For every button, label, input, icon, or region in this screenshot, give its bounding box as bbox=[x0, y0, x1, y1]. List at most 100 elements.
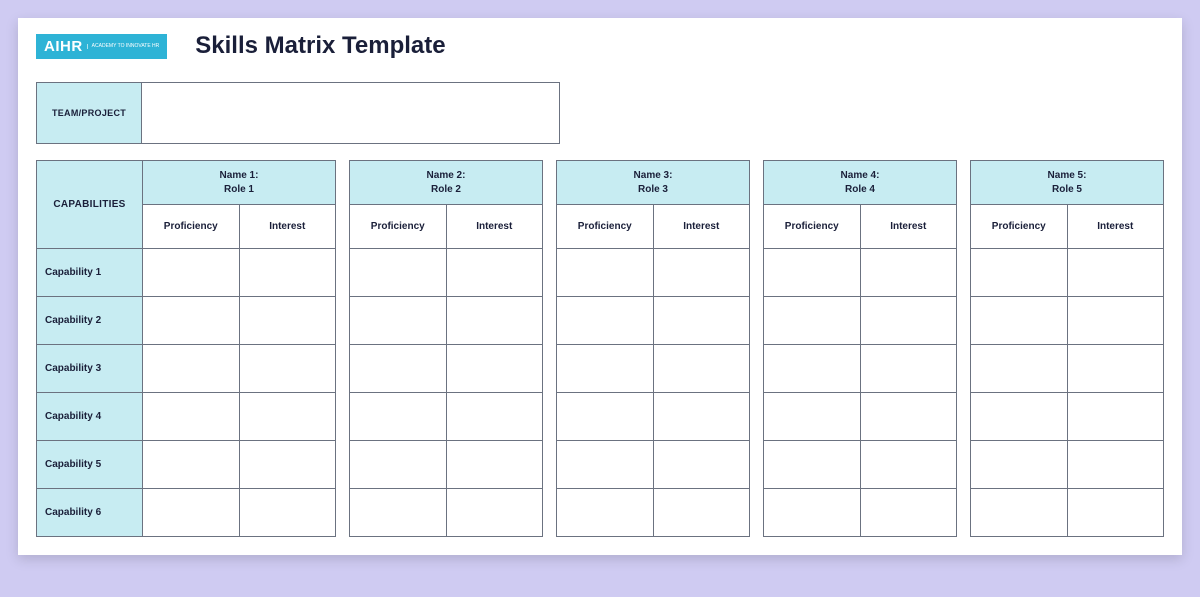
matrix-cell[interactable] bbox=[143, 489, 240, 537]
matrix-cell[interactable] bbox=[971, 441, 1068, 489]
column-gap bbox=[750, 161, 764, 249]
column-gap bbox=[750, 249, 764, 297]
matrix-cell[interactable] bbox=[764, 489, 861, 537]
matrix-cell[interactable] bbox=[860, 297, 957, 345]
team-project-input[interactable] bbox=[142, 82, 560, 144]
matrix-cell[interactable] bbox=[350, 345, 447, 393]
matrix-cell[interactable] bbox=[239, 345, 336, 393]
matrix-cell[interactable] bbox=[239, 441, 336, 489]
matrix-cell[interactable] bbox=[350, 393, 447, 441]
column-gap bbox=[336, 489, 350, 537]
matrix-cell[interactable] bbox=[860, 489, 957, 537]
matrix-cell[interactable] bbox=[764, 393, 861, 441]
matrix-cell[interactable] bbox=[350, 441, 447, 489]
matrix-cell[interactable] bbox=[350, 297, 447, 345]
matrix-cell[interactable] bbox=[239, 489, 336, 537]
skills-matrix-table: CAPABILITIES Name 1: Role 1 Name 2: Role… bbox=[36, 160, 1164, 537]
matrix-cell[interactable] bbox=[971, 393, 1068, 441]
column-gap bbox=[543, 393, 557, 441]
person-header-4: Name 4: Role 4 bbox=[764, 161, 957, 205]
matrix-cell[interactable] bbox=[143, 393, 240, 441]
matrix-cell[interactable] bbox=[653, 489, 750, 537]
person-header-5: Name 5: Role 5 bbox=[971, 161, 1164, 205]
matrix-cell[interactable] bbox=[1067, 345, 1164, 393]
matrix-cell[interactable] bbox=[971, 297, 1068, 345]
matrix-cell[interactable] bbox=[1067, 249, 1164, 297]
person-header-2: Name 2: Role 2 bbox=[350, 161, 543, 205]
matrix-cell[interactable] bbox=[350, 489, 447, 537]
column-gap bbox=[336, 441, 350, 489]
matrix-cell[interactable] bbox=[653, 345, 750, 393]
team-project-row: TEAM/PROJECT bbox=[36, 82, 1164, 144]
matrix-cell[interactable] bbox=[446, 489, 543, 537]
matrix-cell[interactable] bbox=[860, 393, 957, 441]
matrix-cell[interactable] bbox=[143, 249, 240, 297]
column-gap bbox=[750, 297, 764, 345]
matrix-cell[interactable] bbox=[446, 345, 543, 393]
matrix-cell[interactable] bbox=[971, 345, 1068, 393]
column-gap bbox=[543, 441, 557, 489]
matrix-cell[interactable] bbox=[653, 441, 750, 489]
column-gap bbox=[957, 345, 971, 393]
matrix-cell[interactable] bbox=[557, 297, 654, 345]
matrix-cell[interactable] bbox=[446, 249, 543, 297]
interest-header: Interest bbox=[446, 205, 543, 249]
matrix-cell[interactable] bbox=[557, 345, 654, 393]
column-gap bbox=[957, 297, 971, 345]
proficiency-header: Proficiency bbox=[143, 205, 240, 249]
header-row: AIHR ACADEMY TO INNOVATE HR Skills Matri… bbox=[36, 32, 1164, 60]
matrix-cell[interactable] bbox=[446, 441, 543, 489]
person-header-3: Name 3: Role 3 bbox=[557, 161, 750, 205]
table-row: Capability 5 bbox=[37, 441, 1164, 489]
matrix-cell[interactable] bbox=[653, 249, 750, 297]
table-row: Capability 1 bbox=[37, 249, 1164, 297]
matrix-cell[interactable] bbox=[239, 393, 336, 441]
person-name: Name 4: bbox=[841, 170, 880, 181]
column-gap bbox=[957, 249, 971, 297]
person-role: Role 1 bbox=[224, 184, 254, 195]
header-row-subcolumns: Proficiency Interest Proficiency Interes… bbox=[37, 205, 1164, 249]
matrix-cell[interactable] bbox=[764, 345, 861, 393]
matrix-cell[interactable] bbox=[143, 441, 240, 489]
matrix-cell[interactable] bbox=[1067, 441, 1164, 489]
matrix-cell[interactable] bbox=[350, 249, 447, 297]
matrix-cell[interactable] bbox=[860, 249, 957, 297]
matrix-cell[interactable] bbox=[446, 393, 543, 441]
column-gap bbox=[750, 441, 764, 489]
capability-label: Capability 5 bbox=[37, 441, 143, 489]
interest-header: Interest bbox=[653, 205, 750, 249]
matrix-cell[interactable] bbox=[239, 297, 336, 345]
matrix-cell[interactable] bbox=[764, 441, 861, 489]
proficiency-header: Proficiency bbox=[557, 205, 654, 249]
matrix-cell[interactable] bbox=[860, 441, 957, 489]
page-title: Skills Matrix Template bbox=[195, 32, 445, 60]
matrix-cell[interactable] bbox=[143, 345, 240, 393]
matrix-cell[interactable] bbox=[1067, 297, 1164, 345]
matrix-cell[interactable] bbox=[557, 489, 654, 537]
matrix-cell[interactable] bbox=[764, 249, 861, 297]
capability-label: Capability 4 bbox=[37, 393, 143, 441]
matrix-cell[interactable] bbox=[764, 297, 861, 345]
matrix-cell[interactable] bbox=[239, 249, 336, 297]
matrix-cell[interactable] bbox=[143, 297, 240, 345]
matrix-cell[interactable] bbox=[653, 393, 750, 441]
matrix-cell[interactable] bbox=[557, 441, 654, 489]
proficiency-header: Proficiency bbox=[350, 205, 447, 249]
matrix-cell[interactable] bbox=[557, 393, 654, 441]
column-gap bbox=[336, 345, 350, 393]
matrix-cell[interactable] bbox=[446, 297, 543, 345]
matrix-cell[interactable] bbox=[557, 249, 654, 297]
matrix-cell[interactable] bbox=[971, 249, 1068, 297]
column-gap bbox=[750, 393, 764, 441]
table-row: Capability 3 bbox=[37, 345, 1164, 393]
matrix-cell[interactable] bbox=[971, 489, 1068, 537]
column-gap bbox=[750, 345, 764, 393]
column-gap bbox=[957, 489, 971, 537]
person-name: Name 5: bbox=[1048, 170, 1087, 181]
proficiency-header: Proficiency bbox=[764, 205, 861, 249]
matrix-cell[interactable] bbox=[860, 345, 957, 393]
column-gap bbox=[543, 249, 557, 297]
matrix-cell[interactable] bbox=[1067, 393, 1164, 441]
matrix-cell[interactable] bbox=[653, 297, 750, 345]
matrix-cell[interactable] bbox=[1067, 489, 1164, 537]
